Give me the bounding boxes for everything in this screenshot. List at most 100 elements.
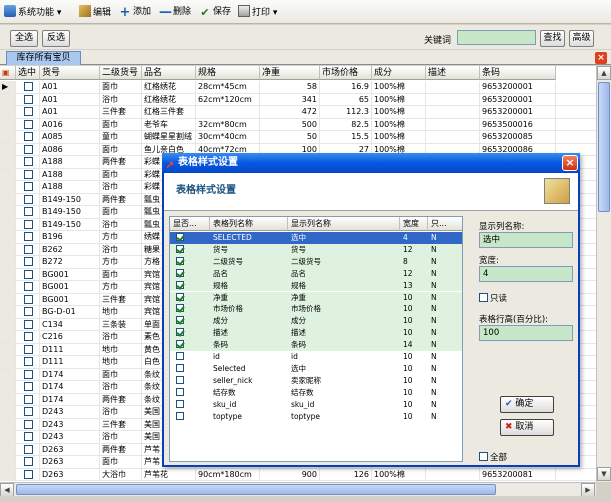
settings-row[interactable]: seller_nick 卖家昵称 10 N: [170, 375, 462, 387]
table-cell[interactable]: 112.3: [320, 106, 372, 118]
visible-checkbox[interactable]: [176, 244, 184, 253]
settings-cell-ro[interactable]: N: [428, 256, 462, 268]
row-checkbox[interactable]: [24, 407, 33, 416]
column-header[interactable]: 选中: [16, 66, 40, 80]
table-cell[interactable]: A01: [40, 106, 100, 118]
visible-checkbox[interactable]: [176, 268, 184, 277]
row-select-cell[interactable]: [16, 168, 40, 181]
table-cell[interactable]: [426, 81, 480, 93]
settings-cell-display[interactable]: 市场价格: [288, 303, 400, 315]
settings-cell-name[interactable]: 规格: [210, 280, 288, 292]
table-cell[interactable]: A188: [40, 156, 100, 168]
table-cell[interactable]: 大浴巾: [100, 468, 142, 481]
visible-cell[interactable]: [170, 411, 210, 423]
table-cell[interactable]: A188: [40, 168, 100, 181]
row-select-cell[interactable]: [16, 293, 40, 306]
table-cell[interactable]: C216: [40, 331, 100, 343]
table-row[interactable]: A085 童巾 蝴蝶星星割绒 30cm*40cm 50 15.5 100%棉 96532000…: [0, 131, 596, 144]
table-row[interactable]: A016 面巾 老爷车 32cm*80cm 500 82.5 100%棉 9653500016: [0, 118, 596, 131]
all-checkbox[interactable]: 全部: [479, 451, 507, 463]
settings-cell-name[interactable]: sku_id: [210, 399, 288, 411]
settings-cell-ro[interactable]: N: [428, 387, 462, 399]
table-cell[interactable]: BG001: [40, 268, 100, 281]
row-select-cell[interactable]: [16, 181, 40, 193]
settings-cell-display[interactable]: sku_id: [288, 399, 400, 411]
visible-cell[interactable]: [170, 375, 210, 387]
row-select-cell[interactable]: [16, 318, 40, 331]
table-cell[interactable]: [426, 131, 480, 143]
row-select-cell[interactable]: [16, 268, 40, 281]
table-cell[interactable]: 100%棉: [372, 81, 426, 93]
settings-cell-width[interactable]: 10: [400, 399, 428, 411]
visible-cell[interactable]: [170, 256, 210, 268]
settings-cell-name[interactable]: 成分: [210, 315, 288, 327]
settings-cell-width[interactable]: 10: [400, 363, 428, 375]
table-cell[interactable]: 三件套: [100, 418, 142, 431]
table-cell[interactable]: A188: [40, 181, 100, 193]
table-cell[interactable]: 126: [320, 468, 372, 481]
table-cell[interactable]: 浴巾: [100, 93, 142, 106]
vertical-scrollbar[interactable]: ▲ ▼: [596, 66, 611, 482]
table-cell[interactable]: BG001: [40, 281, 100, 293]
settings-cell-name[interactable]: 货号: [210, 244, 288, 256]
table-cell[interactable]: D263: [40, 456, 100, 468]
settings-column-header[interactable]: 只...: [428, 217, 462, 231]
visible-cell[interactable]: [170, 315, 210, 327]
visible-checkbox[interactable]: [176, 280, 184, 289]
row-checkbox[interactable]: [24, 244, 33, 254]
settings-cell-width[interactable]: 4: [400, 232, 428, 244]
table-cell[interactable]: B149-150: [40, 193, 100, 206]
row-checkbox[interactable]: [24, 432, 33, 441]
settings-cell-width[interactable]: 10: [400, 411, 428, 423]
row-checkbox[interactable]: [24, 169, 33, 179]
column-header[interactable]: 净重: [260, 66, 320, 80]
advanced-button[interactable]: 高级: [569, 30, 594, 47]
settings-row[interactable]: toptype toptype 10 N: [170, 411, 462, 423]
row-checkbox[interactable]: [24, 469, 33, 479]
table-cell[interactable]: 50: [260, 131, 320, 143]
row-checkbox[interactable]: [24, 269, 33, 279]
row-select-cell[interactable]: [16, 131, 40, 143]
table-cell[interactable]: 面巾: [100, 81, 142, 93]
table-cell[interactable]: 341: [260, 93, 320, 106]
visible-checkbox[interactable]: [176, 304, 184, 313]
table-cell[interactable]: 100%棉: [372, 118, 426, 131]
table-cell[interactable]: 面巾: [100, 456, 142, 468]
table-cell[interactable]: D263: [40, 468, 100, 481]
settings-cell-name[interactable]: SELECTED: [210, 232, 288, 244]
table-cell[interactable]: 地巾: [100, 356, 142, 368]
visible-cell[interactable]: [170, 339, 210, 351]
table-cell[interactable]: 62cm*120cm: [196, 93, 260, 106]
table-cell[interactable]: A01: [40, 81, 100, 93]
settings-row[interactable]: 成分 成分 10 N: [170, 315, 462, 328]
settings-cell-name[interactable]: seller_nick: [210, 375, 288, 387]
settings-row[interactable]: 二级货号 二级货号 8 N: [170, 255, 462, 268]
visible-cell[interactable]: [170, 387, 210, 399]
row-select-cell[interactable]: [16, 81, 40, 93]
table-cell[interactable]: 童巾: [100, 131, 142, 143]
settings-cell-ro[interactable]: N: [428, 268, 462, 280]
settings-cell-ro[interactable]: N: [428, 327, 462, 339]
table-cell[interactable]: A085: [40, 131, 100, 143]
menu-system[interactable]: 系统功能 ▾: [4, 5, 61, 20]
grid-corner-icon[interactable]: ▣: [0, 66, 16, 80]
table-cell[interactable]: A086: [40, 143, 100, 156]
settings-row[interactable]: 货号 货号 12 N: [170, 243, 462, 256]
row-select-cell[interactable]: [16, 118, 40, 131]
table-cell[interactable]: BG001: [40, 293, 100, 306]
settings-row[interactable]: 规格 规格 13 N: [170, 279, 462, 292]
ok-button[interactable]: ✔ 确定: [500, 396, 554, 413]
settings-row[interactable]: 条码 条码 14 N: [170, 339, 462, 351]
visible-cell[interactable]: [170, 327, 210, 339]
table-cell[interactable]: 方巾: [100, 281, 142, 293]
settings-cell-ro[interactable]: N: [428, 351, 462, 363]
table-cell[interactable]: D243: [40, 406, 100, 418]
table-cell[interactable]: 三件套: [100, 106, 142, 118]
row-select-cell[interactable]: [16, 193, 40, 206]
table-cell[interactable]: 两件套: [100, 393, 142, 406]
table-cell[interactable]: 红格三件套: [142, 106, 196, 118]
column-header[interactable]: 品名: [142, 66, 196, 80]
settings-cell-ro[interactable]: N: [428, 232, 462, 244]
visible-cell[interactable]: [170, 244, 210, 256]
table-cell[interactable]: 浴巾: [100, 181, 142, 193]
